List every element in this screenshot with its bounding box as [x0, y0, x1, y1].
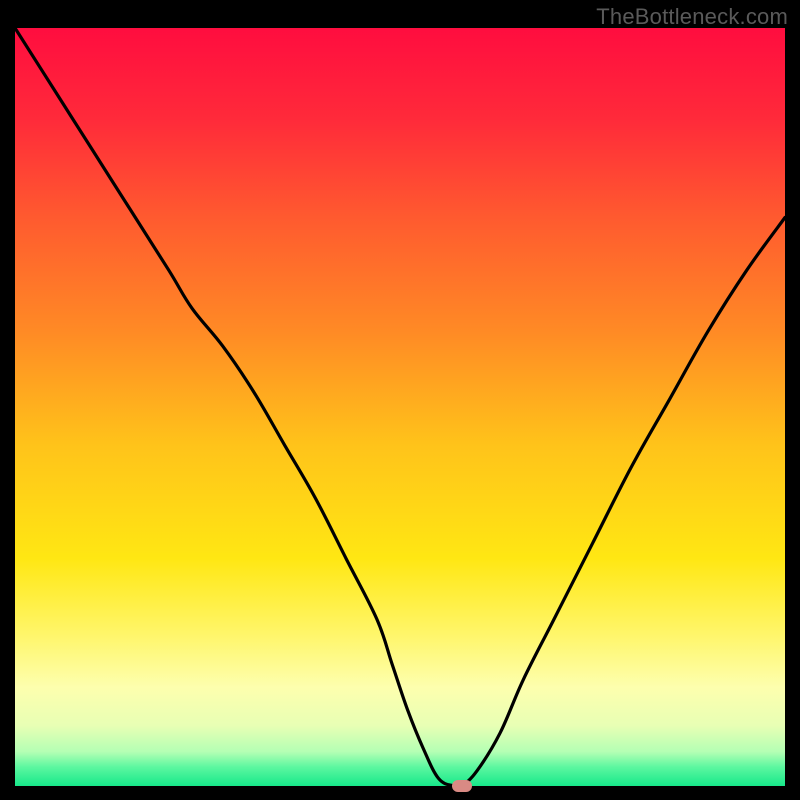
gradient-background — [15, 28, 785, 786]
watermark-text: TheBottleneck.com — [596, 4, 788, 30]
plot-svg — [15, 28, 785, 786]
chart-frame: TheBottleneck.com — [0, 0, 800, 800]
plot-area — [15, 28, 785, 786]
optimal-point-marker — [452, 780, 472, 792]
